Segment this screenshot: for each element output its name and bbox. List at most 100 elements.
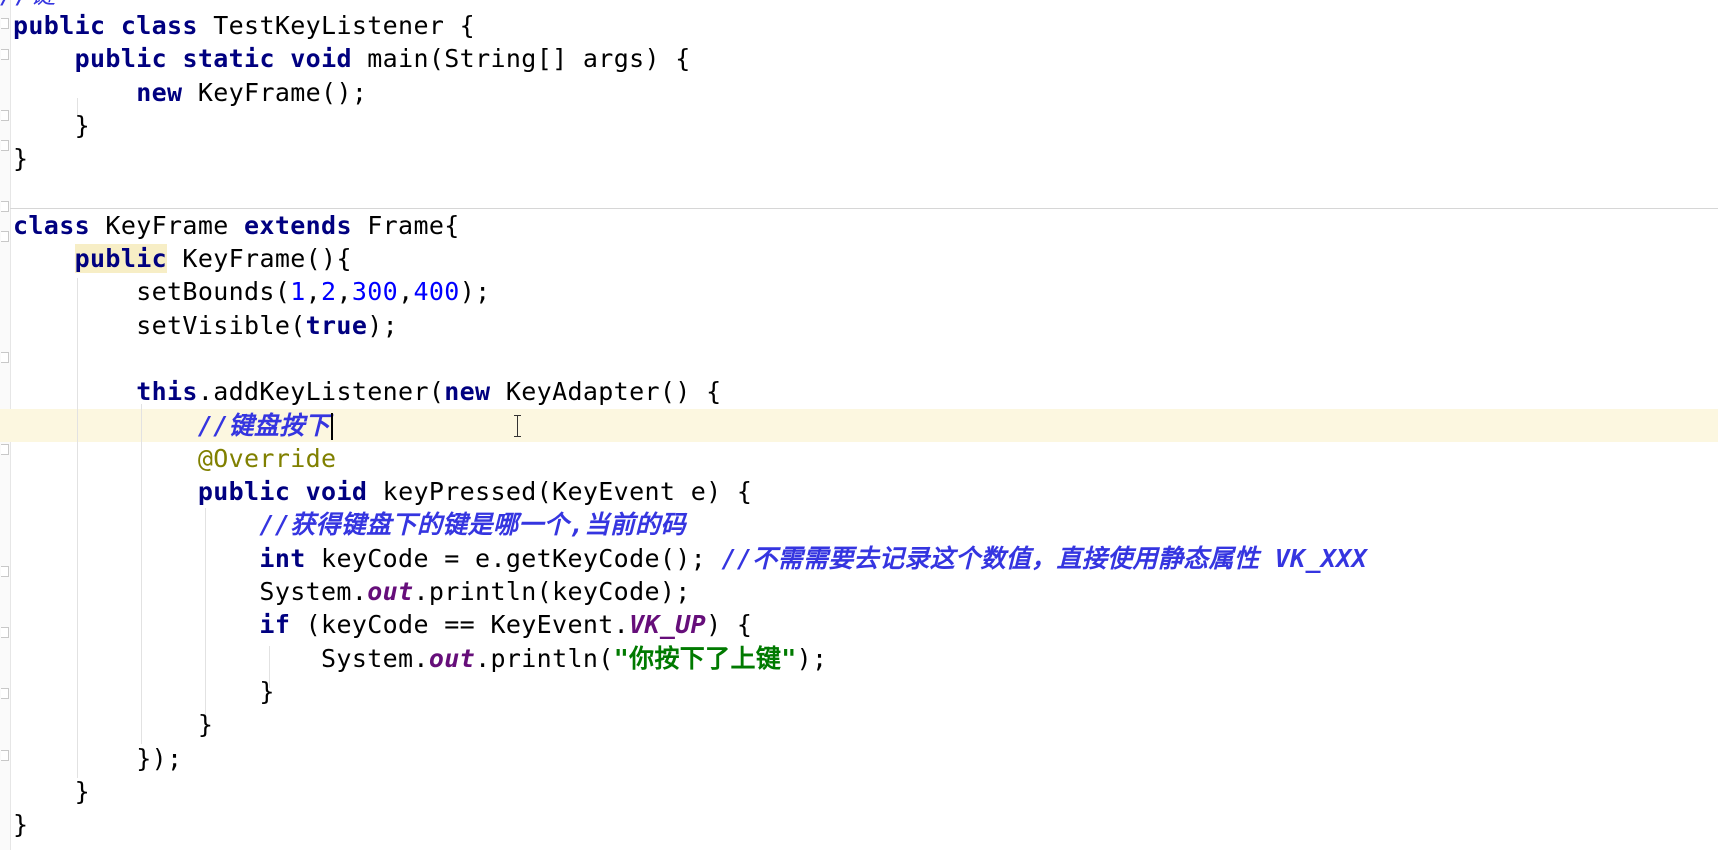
number-literal: 400 — [413, 277, 460, 307]
fold-marker-icon[interactable] — [1, 627, 9, 638]
fold-marker-icon[interactable] — [1, 140, 9, 151]
number-literal: 2 — [321, 277, 337, 307]
code-text: KeyAdapter() { — [490, 377, 722, 407]
code-text: .println(keyCode); — [413, 577, 691, 607]
comment: //不需需要去记录这个数值，直接使用静态属性 — [721, 543, 1275, 573]
code-text: System. — [13, 643, 429, 673]
fold-marker-icon[interactable] — [1, 231, 9, 242]
code-line-12: this.addKeyListener(new KeyAdapter() { — [13, 375, 1367, 408]
code-text: setBounds( — [13, 277, 291, 307]
code-area[interactable]: public class TestKeyListener { public st… — [13, 9, 1367, 841]
code-line-19: if (keyCode == KeyEvent.VK_UP) { — [13, 608, 1367, 641]
code-text: ); — [367, 310, 399, 340]
fold-marker-icon[interactable] — [1, 352, 9, 363]
code-line-22: } — [13, 710, 214, 740]
code-line-14: @Override — [13, 442, 1367, 475]
code-text: TestKeyListener { — [197, 11, 476, 40]
keyword: class — [120, 11, 198, 40]
code-line-21: } — [13, 676, 275, 706]
code-line-2: public static void main(String[] args) { — [13, 42, 1367, 75]
keyword: public — [13, 11, 106, 40]
code-editor[interactable]: //键 public class TestKeyListener { publi… — [0, 0, 1718, 850]
code-text: .println( — [475, 643, 614, 673]
code-text: setVisible( — [13, 310, 306, 340]
code-line-13: //键盘按下 — [13, 409, 1367, 442]
text-caret — [331, 413, 334, 441]
keyword: void — [290, 44, 352, 74]
code-line-9: setBounds(1,2,300,400); — [13, 275, 1367, 308]
static-field: VK_UP — [629, 610, 707, 640]
static-field: out — [367, 577, 414, 607]
fold-marker-icon[interactable] — [1, 750, 9, 761]
keyword: this — [136, 377, 198, 407]
code-line-1: public class TestKeyListener { — [13, 9, 1367, 42]
keyword: true — [305, 310, 368, 340]
code-line-16: //获得键盘下的键是哪一个,当前的码 — [13, 508, 1367, 541]
comment: //键 — [0, 0, 56, 9]
code-line-24: } — [13, 776, 91, 806]
keyword: new — [444, 377, 491, 407]
code-line-23: }); — [13, 743, 183, 773]
keyword: void — [305, 477, 368, 507]
code-text: .addKeyListener( — [197, 377, 445, 407]
code-line-4: } — [13, 110, 91, 140]
code-text: ); — [796, 643, 828, 673]
code-line-3: new KeyFrame(); — [13, 76, 1367, 109]
string-literal: "你按下了上键" — [613, 643, 797, 673]
ibeam-cursor-icon — [513, 414, 523, 438]
code-text: KeyFrame(); — [182, 77, 368, 107]
keyword: extends — [244, 210, 352, 240]
fold-marker-icon[interactable] — [1, 18, 9, 29]
code-line-8: public KeyFrame(){ — [13, 242, 1367, 275]
keyword: public — [74, 44, 168, 74]
fold-marker-icon[interactable] — [1, 688, 9, 699]
code-text: , — [305, 277, 322, 307]
code-line-18: System.out.println(keyCode); — [13, 575, 1367, 608]
keyword: if — [259, 610, 291, 640]
comment: //获得键盘下的键是哪一个,当前的码 — [259, 510, 686, 540]
fold-marker-icon[interactable] — [1, 110, 9, 121]
keyword: class — [13, 210, 91, 240]
code-line-7: class KeyFrame extends Frame{ — [13, 209, 1367, 242]
code-text: System. — [13, 577, 368, 607]
code-text: KeyFrame — [90, 210, 245, 240]
keyword-highlighted: public — [74, 244, 168, 274]
keyword: new — [136, 77, 183, 107]
code-line-15: public void keyPressed(KeyEvent e) { — [13, 475, 1367, 508]
code-text: keyCode = e.getKeyCode(); — [305, 543, 722, 573]
code-line-17: int keyCode = e.getKeyCode(); //不需需要去记录这… — [13, 542, 1367, 575]
fold-marker-icon[interactable] — [1, 444, 9, 455]
code-text: ); — [459, 277, 491, 307]
fold-marker-icon[interactable] — [1, 566, 9, 577]
code-text: main(String[] args) { — [351, 44, 691, 74]
code-text: keyPressed(KeyEvent e) { — [367, 477, 753, 507]
number-literal: 300 — [351, 277, 399, 307]
comment: //键盘按下 — [197, 410, 331, 440]
code-text: (keyCode == KeyEvent. — [290, 610, 630, 640]
code-text: , — [336, 277, 352, 307]
code-line-25: } — [13, 810, 29, 840]
static-field: out — [428, 643, 476, 673]
code-line-5: } — [13, 144, 29, 174]
fold-marker-icon[interactable] — [1, 201, 9, 212]
fold-marker-icon[interactable] — [1, 49, 9, 60]
keyword: int — [259, 543, 306, 573]
code-line-10: setVisible(true); — [13, 309, 1367, 342]
code-text: , — [398, 277, 414, 307]
code-text: ) { — [706, 610, 753, 640]
